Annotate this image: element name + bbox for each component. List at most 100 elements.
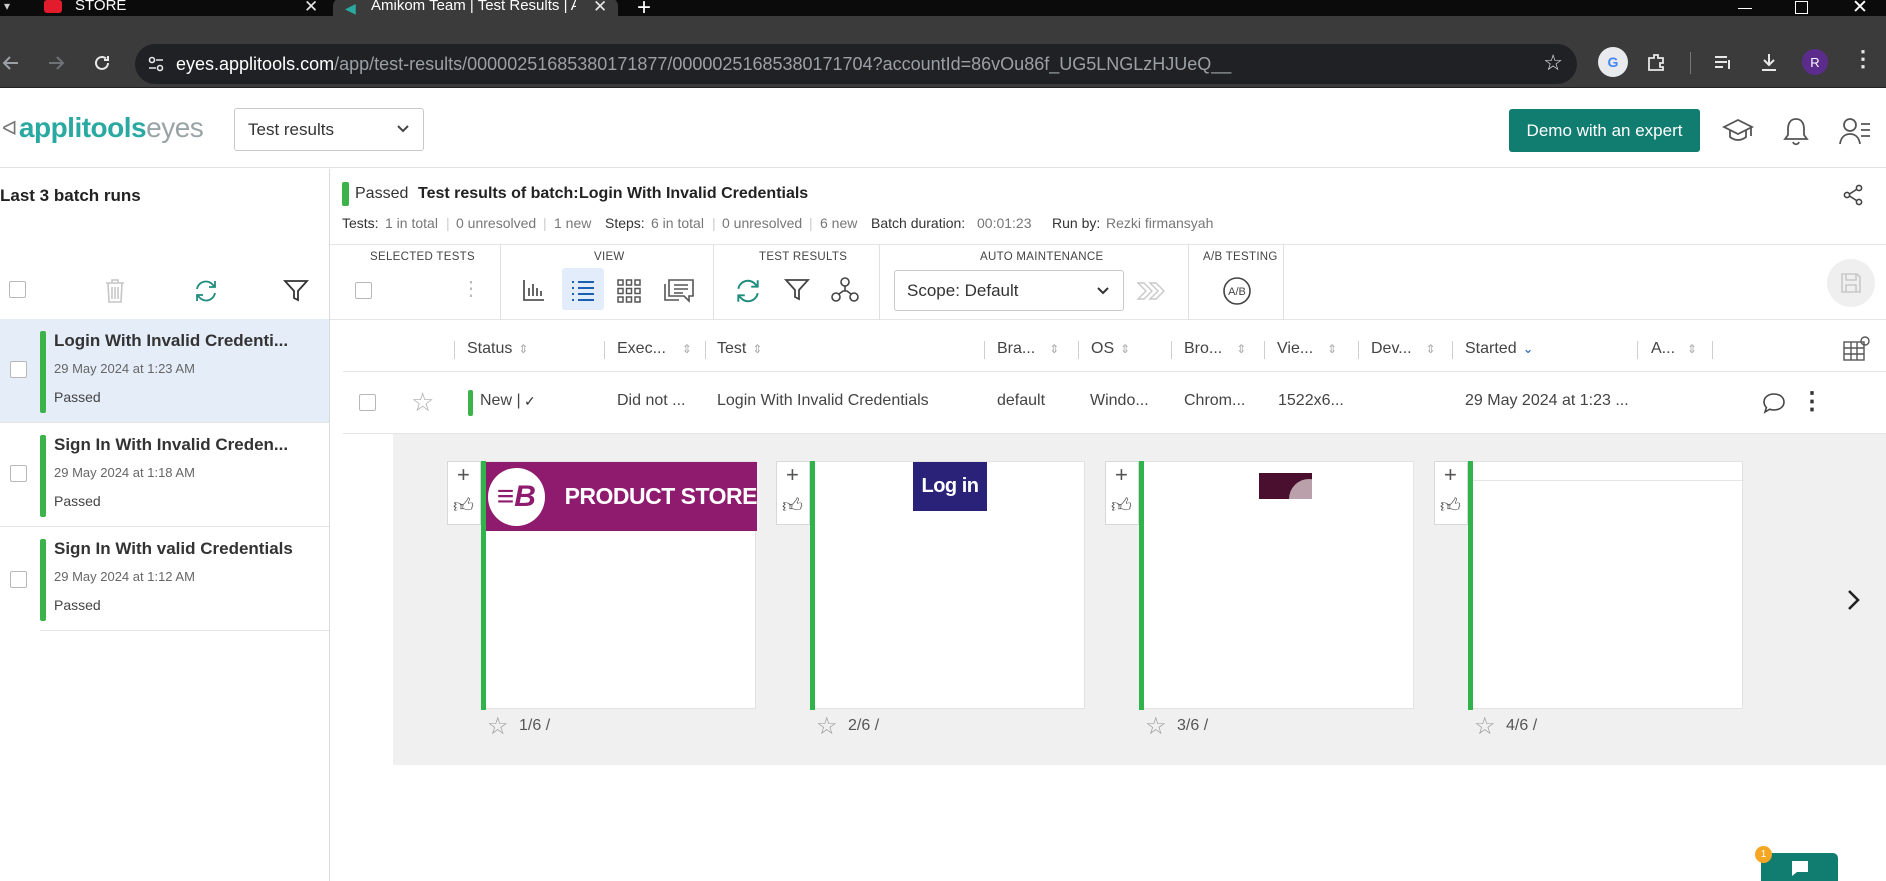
chat-widget-button[interactable] [1761,853,1838,881]
sort-icon[interactable]: ⇕ [682,342,692,356]
thumbs-up-icon[interactable]: 👍︎ [1440,494,1461,518]
tab-store[interactable]: ▾ STORE ✕ [0,0,330,16]
select-all-checkbox[interactable] [9,281,26,298]
status-new-indicator [468,390,473,416]
col-viewport[interactable]: Vie... ⇕ [1277,340,1337,358]
sort-icon[interactable]: ⇕ [1236,342,1246,356]
comments-view-icon[interactable] [663,278,695,304]
col-test[interactable]: Test ⇕ [717,340,762,358]
sort-desc-icon[interactable]: ⌄ [1523,341,1534,357]
browser-menu-icon[interactable]: ⋮ [1852,46,1874,72]
filter-icon[interactable] [283,279,309,303]
step-thumbnail[interactable] [1139,461,1414,710]
thumbs-up-icon[interactable]: 👍︎ [1111,494,1132,518]
batch-item[interactable]: Sign In With Invalid Creden... 29 May 20… [0,423,329,527]
column-settings-icon[interactable] [1842,334,1872,362]
batch-checkbox[interactable] [10,571,27,588]
star-icon[interactable]: ☆ [1145,712,1167,741]
passed-indicator [40,539,46,621]
thumbs-up-icon[interactable]: 👍︎ [782,494,803,518]
trash-icon[interactable] [104,278,126,304]
batch-checkbox[interactable] [10,465,27,482]
batch-item[interactable]: Login With Invalid Credenti... 29 May 20… [0,319,329,423]
sort-icon[interactable]: ⇕ [1049,342,1059,356]
media-queue-icon[interactable] [1712,52,1734,74]
back-arrow-icon[interactable] [0,52,22,74]
add-icon[interactable]: + [786,462,799,488]
bar-chart-icon[interactable] [522,278,546,302]
star-icon[interactable]: ☆ [1474,712,1496,741]
close-tab-icon[interactable]: ✕ [304,0,318,17]
batch-checkbox[interactable] [10,361,27,378]
col-divider [1078,341,1079,359]
select-tests-checkbox[interactable] [355,282,372,299]
site-settings-icon[interactable] [147,55,165,73]
steps-label: Steps: [605,215,645,231]
scope-dropdown[interactable]: Scope: Default [894,270,1124,311]
batch-item[interactable]: Sign In With valid Credentials 29 May 20… [10,527,329,631]
step-thumbnail[interactable]: ≡B PRODUCT STORE [481,461,758,710]
thumbs-up-icon[interactable]: 👍︎ [453,494,474,518]
profile-avatar[interactable]: R [1802,49,1828,75]
add-icon[interactable]: + [1444,462,1457,488]
check-icon: ✓ [524,393,536,409]
row-checkbox[interactable] [359,394,376,411]
sort-icon[interactable]: ⇕ [1327,342,1337,356]
ab-testing-icon[interactable]: A/B [1222,276,1252,306]
test-results-label: TEST RESULTS [759,251,848,263]
demo-button[interactable]: Demo with an expert [1509,109,1700,152]
col-os[interactable]: OS ⇕ [1091,340,1130,358]
graduation-cap-icon[interactable] [1722,116,1754,146]
star-icon[interactable]: ☆ [816,712,838,741]
step-thumbnail[interactable]: Log in [810,461,1085,710]
translate-extension-icon[interactable]: G [1598,47,1628,77]
step-actions: + 👍︎ [1105,461,1139,525]
col-status[interactable]: Status ⇕ [467,340,528,358]
results-refresh-icon[interactable] [734,277,762,305]
star-icon[interactable]: ☆ [487,712,509,741]
sort-icon[interactable]: ⇕ [1120,342,1130,356]
bookmark-star-icon[interactable]: ☆ [1543,50,1563,76]
col-exec[interactable]: Exec... ⇕ [617,340,692,358]
add-icon[interactable]: + [1115,462,1128,488]
col-branch[interactable]: Bra... ⇕ [997,340,1059,358]
user-menu-icon[interactable] [1839,116,1871,146]
col-device[interactable]: Dev... ⇕ [1371,340,1436,358]
download-icon[interactable] [1758,51,1780,73]
col-browser[interactable]: Bro... ⇕ [1184,340,1246,358]
row-browser: Chrom... [1184,392,1246,409]
step-thumbnail[interactable] [1468,461,1744,710]
applitools-logo[interactable]: ᐊ applitools eyes [2,112,204,144]
maximize-icon[interactable] [1795,1,1808,14]
add-icon[interactable]: + [457,462,470,488]
list-view-icon[interactable] [570,279,596,301]
extensions-icon[interactable] [1645,51,1667,73]
bell-icon[interactable] [1781,115,1811,147]
col-a[interactable]: A... ⇕ [1651,340,1697,358]
row-viewport: 1522x6... [1278,392,1344,409]
sort-icon[interactable]: ⇕ [518,342,528,356]
share-icon[interactable] [1843,184,1865,206]
results-filter-icon[interactable] [784,278,810,302]
refresh-icon[interactable] [193,278,219,304]
close-tab-icon[interactable]: ✕ [593,0,607,17]
address-bar[interactable]: eyes.applitools.com/app/test-results/000… [135,44,1577,84]
star-icon[interactable]: ☆ [411,387,434,418]
next-arrow-icon[interactable] [1845,588,1861,612]
forward-arrow-icon[interactable] [45,52,67,74]
group-by-icon[interactable] [830,276,860,304]
comment-icon[interactable] [1762,392,1786,414]
reload-icon[interactable] [91,52,113,74]
menu-chevron-icon[interactable]: ▾ [4,0,10,13]
col-started[interactable]: Started ⌄ [1465,340,1534,358]
auto-maintenance-arrows-icon[interactable] [1136,280,1172,302]
sort-icon[interactable]: ⇕ [752,342,762,356]
sort-icon[interactable]: ⇕ [1687,342,1697,356]
page-selector-dropdown[interactable]: Test results [234,108,424,151]
grid-view-icon[interactable] [617,279,641,303]
sort-icon[interactable]: ⇕ [1426,342,1436,356]
save-icon[interactable] [1839,271,1863,295]
selected-tests-menu-icon[interactable]: ⋮ [461,276,481,301]
minimize-icon[interactable] [1738,8,1752,9]
row-menu-icon[interactable]: ⋮ [1800,387,1824,416]
